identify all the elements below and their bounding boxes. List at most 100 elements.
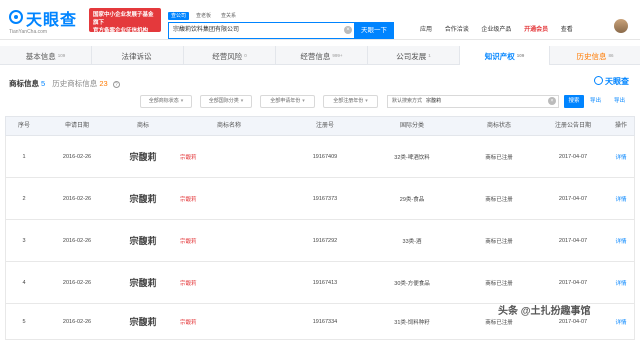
section-count: 5: [41, 79, 46, 88]
cell-reg-no: 19167413: [312, 279, 338, 286]
tab-development[interactable]: 公司发展 1: [368, 46, 460, 65]
detail-link[interactable]: 详情: [606, 178, 636, 219]
tab-ip[interactable]: 知识产权 109: [460, 46, 550, 65]
filter-search-value: 宗馥莉: [426, 98, 442, 104]
section-title: 商标信息: [9, 79, 39, 88]
detail-link[interactable]: 详情: [606, 262, 636, 303]
table-row: 2 2016-02-26 宗馥莉 宗馥莉 19167373 29类-食品 商标已…: [5, 178, 635, 220]
logo-subtitle: TianYanCha.com: [9, 29, 48, 35]
cell-trademark-name: 宗馥莉: [180, 319, 197, 326]
cell-class: 32类-啤酒饮料: [394, 154, 430, 161]
search-input[interactable]: 宗馥莉饮料集团有限公司: [168, 22, 354, 39]
col-header-reg-no: 注册号: [315, 123, 334, 129]
cell-reg-no: 19167409: [312, 153, 338, 160]
cell-class: 33类-酒: [402, 238, 422, 245]
cell-apply-date: 2016-02-26: [62, 153, 92, 160]
promo-banner[interactable]: 国家中小企业发展子基金旗下 官方备案企业征信机构: [89, 8, 161, 34]
top-header: 天眼查 TianYanCha.com 国家中小企业发展子基金旗下 官方备案企业征…: [0, 0, 640, 40]
cell-apply-date: 2016-02-26: [62, 318, 92, 325]
logo-eye-icon: [9, 10, 23, 24]
filter-class[interactable]: 全部国际分类: [200, 95, 252, 108]
nav-cooperation[interactable]: 合作洽谈: [445, 27, 469, 33]
detail-link[interactable]: 详情: [606, 136, 636, 177]
trademark-image[interactable]: 宗馥莉: [112, 262, 174, 303]
tab-label: 历史信息: [576, 52, 607, 61]
promo-line-1: 国家中小企业发展子基金旗下: [93, 12, 154, 26]
tab-label: 法律诉讼: [121, 52, 152, 61]
cell-trademark-name: 宗馥莉: [180, 280, 197, 287]
filter-clear-icon[interactable]: ×: [548, 97, 556, 105]
search-scope-select[interactable]: 默认搜索方式: [392, 98, 422, 104]
cell-apply-date: 2016-02-26: [62, 237, 92, 244]
cell-reg-no: 19167334: [312, 318, 338, 325]
trademark-image[interactable]: 宗馥莉: [112, 304, 174, 339]
filter-reg-year[interactable]: 全部注册年份: [323, 95, 378, 108]
tab-basic-info[interactable]: 基本信息 109: [0, 46, 92, 65]
cell-index: 5: [22, 318, 26, 325]
nav-view[interactable]: 查看: [561, 27, 573, 33]
detail-link[interactable]: 详情: [606, 304, 636, 339]
filter-apply-year[interactable]: 全部申请年份: [260, 95, 315, 108]
avatar[interactable]: [614, 19, 628, 33]
tab-count: 86: [608, 53, 614, 58]
table-row: 3 2016-02-26 宗馥莉 宗馥莉 19167292 33类-酒 商标已注…: [5, 220, 635, 262]
cell-status: 商标已注册: [485, 238, 513, 245]
cell-index: 1: [22, 153, 26, 160]
detail-link[interactable]: 详情: [606, 220, 636, 261]
cell-index: 3: [22, 237, 26, 244]
cell-trademark-name: 宗馥莉: [180, 238, 197, 245]
cell-index: 2: [22, 195, 26, 202]
brand-watermark: 天眼查: [594, 76, 629, 87]
cell-trademark-name: 宗馥莉: [180, 196, 197, 203]
cell-reg-no: 19167292: [312, 237, 338, 244]
trademark-image[interactable]: 宗馥莉: [112, 136, 174, 177]
tab-label: 经营风险: [212, 52, 243, 61]
search-button[interactable]: 天眼一下: [354, 22, 394, 39]
cell-apply-date: 2016-02-26: [62, 279, 92, 286]
tab-risk[interactable]: 经营风险 0: [184, 46, 276, 65]
col-header-action: 操作: [614, 123, 627, 129]
search-tab-company[interactable]: 查公司: [168, 12, 190, 20]
tab-legal[interactable]: 法律诉讼: [92, 46, 184, 65]
cell-class: 29类-食品: [399, 196, 425, 203]
table-row: 1 2016-02-26 宗馥莉 宗馥莉 19167409 32类-啤酒饮料 商…: [5, 136, 635, 178]
cell-status: 商标已注册: [485, 196, 513, 203]
cell-status: 商标已注册: [485, 154, 513, 161]
tab-label: 知识产权: [484, 52, 515, 61]
col-header-logo: 商标: [136, 123, 149, 129]
filter-search-button[interactable]: 搜索: [564, 95, 584, 108]
dimension-tabs: 基本信息 109 法律诉讼 经营风险 0 经营信息 999+ 公司发展 1 知识产权 10…: [0, 46, 640, 65]
clear-search-icon[interactable]: ×: [344, 26, 352, 34]
export-link[interactable]: 导出: [590, 95, 601, 108]
col-header-apply-date: 申请日期: [64, 123, 89, 129]
section-header: 商标信息 5 历史商标信息 23 ?: [9, 78, 120, 89]
nav-enterprise[interactable]: 企业级产品: [481, 27, 511, 33]
filter-bar: 全部商标状态 全部国际分类 全部申请年份 全部注册年份 默认搜索方式宗馥莉 × …: [0, 95, 640, 108]
col-header-class: 国际分类: [399, 123, 424, 129]
export-link-2[interactable]: 导出: [614, 95, 625, 108]
trademark-image[interactable]: 宗馥莉: [112, 220, 174, 261]
trademark-image[interactable]: 宗馥莉: [112, 178, 174, 219]
filter-search-input[interactable]: 默认搜索方式 宗馥莉: [387, 95, 559, 108]
help-icon[interactable]: ?: [112, 81, 120, 88]
tab-history[interactable]: 历史信息 86: [550, 46, 640, 65]
tab-count: 109: [516, 53, 525, 58]
nav-vip[interactable]: 开通会员: [524, 27, 548, 33]
history-trademark-link[interactable]: 历史商标信息: [52, 79, 97, 88]
logo-text[interactable]: 天眼查: [26, 6, 77, 30]
search-tab-relation[interactable]: 查关系: [218, 12, 239, 20]
cell-status: 商标已注册: [485, 280, 513, 287]
filter-status[interactable]: 全部商标状态: [140, 95, 192, 108]
tab-label: 公司发展: [396, 52, 427, 61]
search-type-tabs: 查公司 查老板 查关系: [168, 12, 243, 20]
search-tab-boss[interactable]: 查老板: [193, 12, 214, 20]
tab-count: 999+: [332, 53, 343, 58]
tab-count: 109: [57, 53, 66, 58]
history-count[interactable]: 23: [99, 79, 107, 88]
col-header-index: 序号: [17, 123, 30, 129]
tab-count: 1: [428, 53, 431, 58]
tab-operation[interactable]: 经营信息 999+: [276, 46, 368, 65]
table-header: 序号 申请日期 商标 商标名称 注册号 国际分类 商标状态 注册公告日期 操作: [5, 116, 635, 136]
nav-apps[interactable]: 应用: [420, 27, 432, 33]
cell-apply-date: 2016-02-26: [62, 195, 92, 202]
